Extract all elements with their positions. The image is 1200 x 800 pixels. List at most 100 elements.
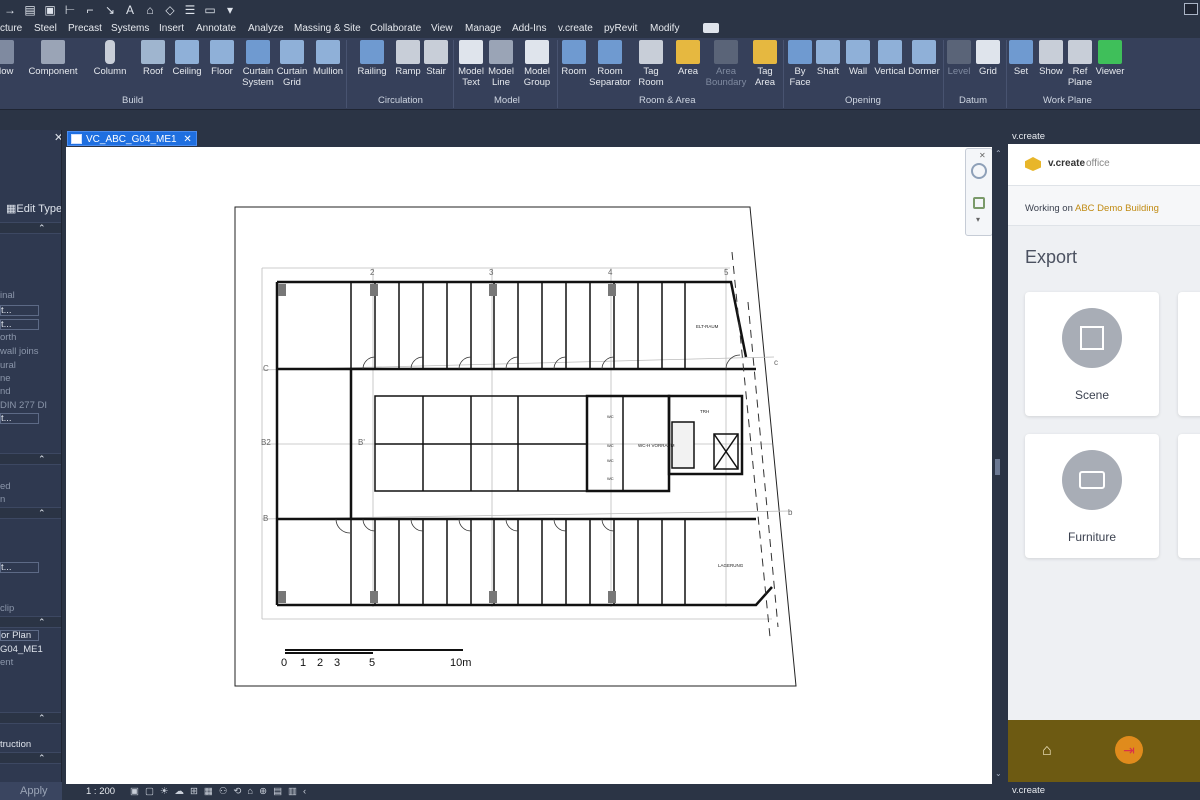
viewer-label: Viewer xyxy=(1095,66,1125,77)
room-separator-label: Room xyxy=(597,66,623,77)
tab-systems[interactable]: Systems xyxy=(111,23,149,34)
tab-annotate[interactable]: Annotate xyxy=(196,23,236,34)
property-button[interactable]: or Plan xyxy=(0,630,39,641)
furniture-export-card[interactable]: Furniture xyxy=(1025,434,1159,558)
close-icon[interactable]: ✕ xyxy=(54,131,61,144)
tab-architecture[interactable]: cture xyxy=(0,23,22,34)
close-icon[interactable]: ✕ xyxy=(183,134,191,145)
drawing-canvas[interactable]: 2 3 4 5 C B2 B c b B' ELT-RAUM TRH WC-H … xyxy=(66,147,1002,784)
panel-divider xyxy=(453,40,454,108)
tab-manage[interactable]: Manage xyxy=(465,23,501,34)
property-row: inal xyxy=(0,290,15,301)
dimension-icon[interactable]: ⊢ xyxy=(63,4,77,16)
switch-windows-icon[interactable]: ▭ xyxy=(203,4,217,16)
model-line-sub: Line xyxy=(492,77,510,88)
chevron-down-icon[interactable]: ▾ xyxy=(976,215,980,224)
vcreate-panel: v.create v.create office Working on ABC … xyxy=(1008,130,1200,800)
tab-modify[interactable]: Modify xyxy=(650,23,679,34)
tab-precast[interactable]: Precast xyxy=(68,23,102,34)
window-control-icon[interactable] xyxy=(1184,3,1198,15)
home-icon[interactable]: ⌂ xyxy=(1042,742,1052,760)
tag-room-label: Tag xyxy=(643,66,659,77)
vertical-scrollbar[interactable]: ⌃ ⌄ xyxy=(992,147,1004,784)
chevron-down-icon[interactable]: ⌄ xyxy=(995,769,1002,778)
measure-icon[interactable]: ⌐ xyxy=(83,4,97,16)
component-icon xyxy=(41,40,65,64)
tab-steel[interactable]: Steel xyxy=(34,23,57,34)
close-icon[interactable]: ✕ xyxy=(979,151,986,160)
property-row: wall joins xyxy=(0,346,39,357)
chevron-up-icon[interactable]: ⌃ xyxy=(995,149,1002,158)
properties-section-header[interactable]: ⌃ xyxy=(0,712,61,724)
collapse-icon[interactable]: ⌃ xyxy=(38,753,46,764)
scrollbar-thumb[interactable] xyxy=(995,459,1000,475)
tab-add-ins[interactable]: Add-Ins xyxy=(512,23,546,34)
export-card[interactable] xyxy=(1178,434,1200,558)
collapse-icon[interactable]: ⌃ xyxy=(38,454,46,465)
view-controls-icons[interactable]: ▣▢☀☁⊞▦⚇⟲⌂⊕▤▥‹ xyxy=(130,786,312,797)
collapse-icon[interactable]: ⌃ xyxy=(38,223,46,234)
save-icon[interactable]: ▤ xyxy=(23,4,37,16)
room-label-elt-raum: ELT-RAUM xyxy=(696,324,719,329)
properties-section-header[interactable]: ⌃ xyxy=(0,616,61,628)
property-row: clip xyxy=(0,603,15,614)
panel-divider xyxy=(346,40,347,108)
tag-icon[interactable]: ◇ xyxy=(163,4,177,16)
tab-analyze[interactable]: Analyze xyxy=(248,23,284,34)
panel-divider xyxy=(557,40,558,108)
component-button[interactable]: Component xyxy=(27,40,79,77)
ribbon-toggle-icon[interactable] xyxy=(703,23,719,33)
tab-insert[interactable]: Insert xyxy=(159,23,184,34)
property-button[interactable]: t... xyxy=(0,319,39,330)
measure-icon[interactable]: ▣ xyxy=(43,4,57,16)
tab-collaborate[interactable]: Collaborate xyxy=(370,23,421,34)
properties-section-header[interactable]: ⌃ xyxy=(0,752,61,764)
panel-divider xyxy=(783,40,784,108)
viewer-button[interactable]: Viewer xyxy=(1084,40,1136,77)
vcreate-cube-icon xyxy=(1025,157,1041,171)
edit-type-button[interactable]: ▦Edit Type xyxy=(6,202,62,215)
collapse-icon[interactable]: ⌃ xyxy=(38,617,46,628)
edit-type-icon: ▦ xyxy=(6,203,17,215)
zoom-icon[interactable] xyxy=(973,197,985,209)
tab-pyrevit[interactable]: pyRevit xyxy=(604,23,637,34)
window-button[interactable]: ndow xyxy=(0,40,28,77)
dropdown-icon[interactable]: ▾ xyxy=(223,4,237,16)
scene-label: Scene xyxy=(1074,388,1110,402)
panel-label-work-plane: Work Plane xyxy=(1043,95,1092,106)
logout-icon[interactable]: ⇥ xyxy=(1115,736,1143,764)
floor-label: Floor xyxy=(211,66,233,77)
tab-vcreate[interactable]: v.create xyxy=(558,23,593,34)
scale-label[interactable]: 1 : 200 xyxy=(86,786,115,797)
apply-button[interactable]: Apply xyxy=(0,782,62,800)
arrow-icon[interactable]: → xyxy=(3,4,17,16)
tab-massing-site[interactable]: Massing & Site xyxy=(294,23,361,34)
collapse-icon[interactable]: ⌃ xyxy=(38,508,46,519)
grid-label-3: 3 xyxy=(489,268,494,277)
dimension-icon[interactable]: ↘ xyxy=(103,4,117,16)
property-row: truction xyxy=(0,739,32,750)
properties-section-header[interactable]: ⌃ xyxy=(0,453,61,465)
stair-label: Stair xyxy=(426,66,446,77)
view-tab[interactable]: VC_ABC_G04_ME1 ✕ xyxy=(67,131,197,146)
project-name[interactable]: ABC Demo Building xyxy=(1075,203,1159,214)
properties-section-header[interactable]: ⌃ xyxy=(0,507,61,519)
home-icon[interactable]: ⌂ xyxy=(143,4,157,16)
room-label-lagerung: LAGERUNG xyxy=(718,563,744,568)
export-card[interactable] xyxy=(1178,292,1200,416)
thin-lines-icon[interactable]: ☰ xyxy=(183,4,197,16)
property-row: n xyxy=(0,494,6,505)
vcreate-footer-tab[interactable]: v.create xyxy=(1008,782,1200,800)
property-button[interactable]: t... xyxy=(0,562,39,573)
tag-area-sub: Area xyxy=(754,77,776,88)
tab-view[interactable]: View xyxy=(431,23,453,34)
property-button[interactable]: t... xyxy=(0,305,39,316)
collapse-icon[interactable]: ⌃ xyxy=(38,713,46,724)
edit-type-label: Edit Type xyxy=(16,203,62,215)
scene-export-card[interactable]: Scene xyxy=(1025,292,1159,416)
properties-section-header[interactable]: ⌃ xyxy=(0,222,61,234)
text-a-icon[interactable]: A xyxy=(123,4,137,16)
steering-wheel-icon[interactable] xyxy=(971,163,987,179)
model-line-icon xyxy=(489,40,513,64)
property-button[interactable]: t... xyxy=(0,413,39,424)
